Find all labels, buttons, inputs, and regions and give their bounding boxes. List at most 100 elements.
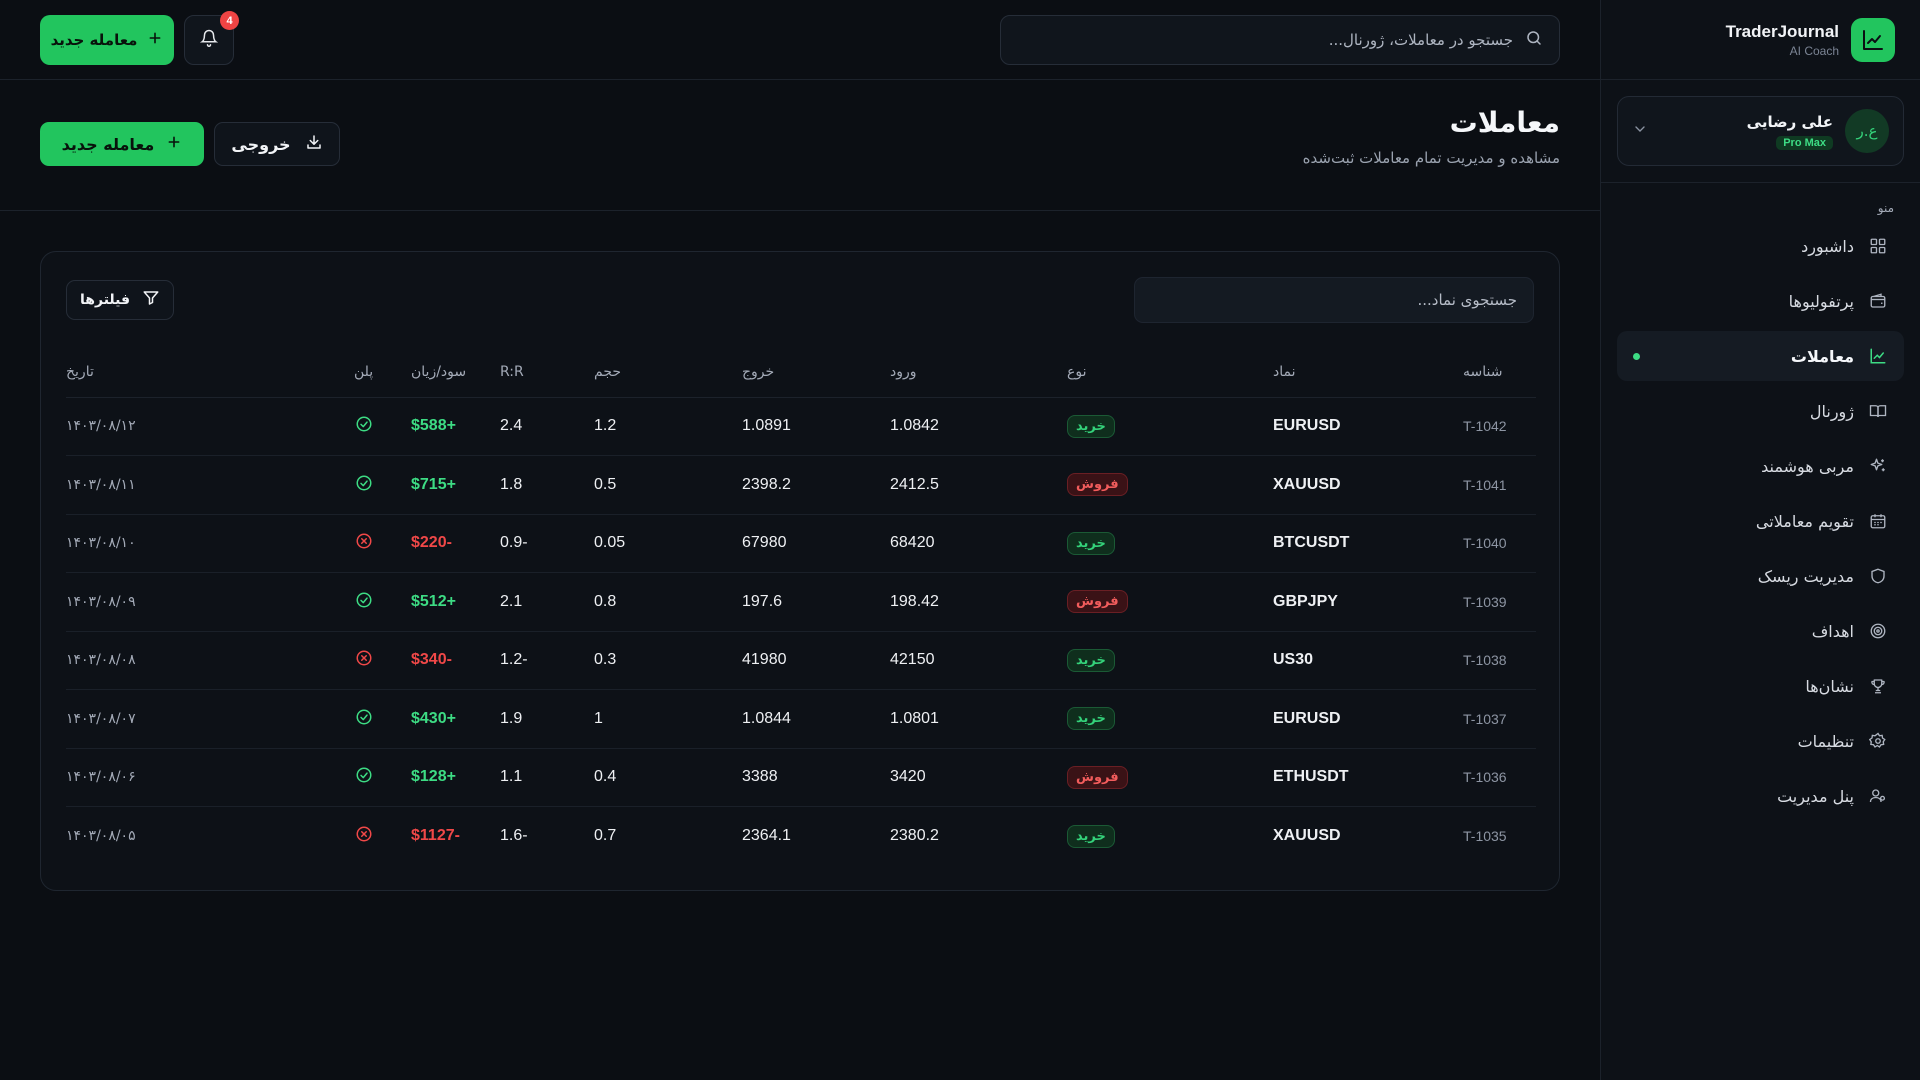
trade-volume: 0.05 bbox=[594, 514, 742, 573]
trade-type-badge: فروش bbox=[1067, 473, 1128, 497]
table-header-row: شناسه نماد نوع ورود خروج حجم R:R سود/زیا… bbox=[66, 347, 1536, 398]
trade-volume: 0.5 bbox=[594, 455, 742, 515]
table-row[interactable]: T-1040 BTCUSDT خرید 68420 67980 0.05 -0.9 -$220… bbox=[66, 514, 1536, 573]
column-header-date[interactable]: تاریخ bbox=[66, 347, 354, 398]
trade-id: T-1036 bbox=[1463, 748, 1536, 807]
global-search-placeholder: جستجو در معاملات، ژورنال... bbox=[1328, 31, 1513, 49]
new-trade-button[interactable]: معامله جدید bbox=[40, 15, 174, 65]
table-row[interactable]: T-1039 GBPJPY فروش 198.42 197.6 0.8 2.1 +$512 ۱۴… bbox=[66, 572, 1536, 632]
bell-icon bbox=[199, 29, 219, 51]
trade-entry: 42150 bbox=[890, 631, 1067, 690]
table-row[interactable]: T-1036 ETHUSDT فروش 3420 3388 0.4 1.1 +$128 ۱۴۰۳… bbox=[66, 748, 1536, 807]
x-circle-icon bbox=[354, 648, 374, 668]
sidebar-item-settings[interactable]: تنظیمات bbox=[1617, 716, 1904, 766]
column-header-pl[interactable]: سود/زیان bbox=[411, 347, 500, 398]
page-title: معاملات bbox=[1449, 106, 1560, 139]
trade-rr: 1.9 bbox=[500, 689, 594, 749]
page-subtitle: مشاهده و مدیریت تمام معاملات ثبت‌شده bbox=[1302, 149, 1560, 167]
dashboard-grid-icon bbox=[1868, 236, 1888, 256]
trade-exit: 1.0891 bbox=[742, 397, 890, 456]
trade-rr: 1.1 bbox=[500, 748, 594, 807]
table-row[interactable]: T-1035 XAUUSD خرید 2380.2 2364.1 0.7 -1.6 -$112… bbox=[66, 807, 1536, 866]
notifications-button[interactable]: 4 bbox=[184, 11, 239, 65]
check-circle-icon bbox=[354, 765, 374, 785]
sidebar-item-portfolios[interactable]: پرتفولیوها bbox=[1617, 276, 1904, 326]
trade-volume: 1.2 bbox=[594, 397, 742, 456]
x-circle-icon bbox=[354, 824, 374, 844]
new-trade-label: معامله جدید bbox=[50, 31, 138, 49]
trade-id: T-1035 bbox=[1463, 828, 1507, 844]
trade-entry: 1.0801 bbox=[890, 689, 1067, 749]
sidebar-item-dashboard[interactable]: داشبورد bbox=[1617, 221, 1904, 271]
logo-chart-icon[interactable] bbox=[1851, 17, 1895, 62]
filters-button[interactable]: فیلترها bbox=[66, 280, 174, 320]
user-name: علی رضایی bbox=[1746, 112, 1833, 131]
sidebar-item-label: نشان‌ها bbox=[1805, 676, 1854, 696]
sidebar-item-journal[interactable]: ژورنال bbox=[1617, 386, 1904, 436]
trade-date: ۱۴۰۳/۰۸/۰۷ bbox=[66, 689, 354, 749]
sidebar-item-label: تقویم معاملاتی bbox=[1755, 511, 1854, 531]
check-circle-icon bbox=[354, 414, 374, 434]
column-header-rr[interactable]: R:R bbox=[500, 347, 594, 398]
sidebar-item-label: داشبورد bbox=[1801, 236, 1854, 256]
user-menu[interactable]: ع.ر علی رضایی Pro Max bbox=[1617, 96, 1904, 166]
trade-entry: 1.0842 bbox=[890, 397, 1067, 456]
trade-pl: -$340 bbox=[411, 631, 500, 690]
book-open-icon bbox=[1868, 401, 1888, 421]
global-search-input[interactable]: جستجو در معاملات، ژورنال... bbox=[1000, 15, 1560, 65]
trade-id: T-1042 bbox=[1463, 397, 1536, 456]
sidebar-item-badges[interactable]: نشان‌ها bbox=[1617, 661, 1904, 711]
trade-id: T-1041 bbox=[1463, 455, 1536, 515]
trade-pl: +$128 bbox=[411, 748, 500, 807]
table-row[interactable]: T-1037 EURUSD خرید 1.0801 1.0844 1 1.9 +$430 ۱۴۰… bbox=[66, 689, 1536, 749]
sidebar-item-goals[interactable]: اهداف bbox=[1617, 606, 1904, 656]
trade-id: T-1040 bbox=[1463, 514, 1536, 573]
sidebar-item-trades[interactable]: معاملات bbox=[1617, 331, 1904, 381]
download-icon bbox=[305, 133, 323, 155]
trade-type-badge: خرید bbox=[1067, 414, 1115, 438]
plus-icon bbox=[166, 134, 182, 154]
trade-exit: 2398.2 bbox=[742, 455, 890, 515]
table-row[interactable]: T-1038 US30 خرید 42150 41980 0.3 -1.2 -$340 ۱۴۰۳… bbox=[66, 631, 1536, 690]
add-trade-button[interactable]: معامله جدید bbox=[40, 122, 204, 166]
sidebar-item-calendar[interactable]: تقویم معاملاتی bbox=[1617, 496, 1904, 546]
chevron-down-icon[interactable] bbox=[1632, 121, 1648, 141]
sidebar-item-risk[interactable]: مدیریت ریسک bbox=[1617, 551, 1904, 601]
filters-label: فیلترها bbox=[80, 292, 130, 308]
column-header-symbol[interactable]: نماد bbox=[1273, 347, 1463, 398]
trophy-icon bbox=[1868, 676, 1888, 696]
trade-volume: 0.4 bbox=[594, 748, 742, 807]
sidebar-item-label: مربی هوشمند bbox=[1761, 456, 1854, 476]
trade-pl: +$715 bbox=[411, 455, 500, 515]
export-button[interactable]: خروجی bbox=[214, 122, 340, 166]
column-header-id[interactable]: شناسه bbox=[1463, 347, 1536, 398]
trade-rr: -1.2 bbox=[500, 631, 594, 690]
trade-rr: 2.1 bbox=[500, 572, 594, 632]
chart-line-icon bbox=[1868, 346, 1888, 366]
add-trade-label: معامله جدید bbox=[61, 134, 155, 154]
trade-entry: 198.42 bbox=[890, 572, 1067, 632]
trades-table-body: T-1042 EURUSD خرید 1.0842 1.0891 1.2 2.4 +$588 ۱… bbox=[66, 397, 1536, 865]
column-header-entry[interactable]: ورود bbox=[890, 347, 1067, 398]
column-header-volume[interactable]: حجم bbox=[594, 347, 742, 398]
table-row[interactable]: T-1042 EURUSD خرید 1.0842 1.0891 1.2 2.4 +$588 ۱… bbox=[66, 397, 1536, 456]
trade-exit: 1.0844 bbox=[742, 689, 890, 749]
notification-count-badge: 4 bbox=[220, 11, 239, 30]
gear-icon bbox=[1868, 731, 1888, 751]
table-row[interactable]: T-1041 XAUUSD فروش 2412.5 2398.2 0.5 1.8 +$715 ۱… bbox=[66, 455, 1536, 515]
column-header-exit[interactable]: خروج bbox=[742, 347, 890, 398]
x-circle-icon bbox=[354, 531, 374, 551]
trade-date: ۱۴۰۳/۰۸/۱۰ bbox=[66, 514, 354, 573]
sidebar-item-admin[interactable]: پنل مدیریت bbox=[1617, 771, 1904, 821]
column-header-plan[interactable]: پلن bbox=[354, 347, 411, 398]
sidebar-item-ai-coach[interactable]: مربی هوشمند bbox=[1617, 441, 1904, 491]
trade-type-badge: فروش bbox=[1067, 590, 1128, 614]
trade-volume: 0.7 bbox=[594, 827, 617, 844]
symbol-search-input[interactable]: جستجوی نماد... bbox=[1134, 277, 1534, 323]
sidebar-item-label: پرتفولیوها bbox=[1788, 291, 1854, 311]
sparkles-icon bbox=[1868, 456, 1888, 476]
trade-symbol: XAUUSD bbox=[1273, 455, 1463, 515]
column-header-type[interactable]: نوع bbox=[1067, 347, 1273, 398]
trade-exit: 197.6 bbox=[742, 572, 890, 632]
symbol-search-placeholder: جستجوی نماد... bbox=[1417, 291, 1517, 309]
